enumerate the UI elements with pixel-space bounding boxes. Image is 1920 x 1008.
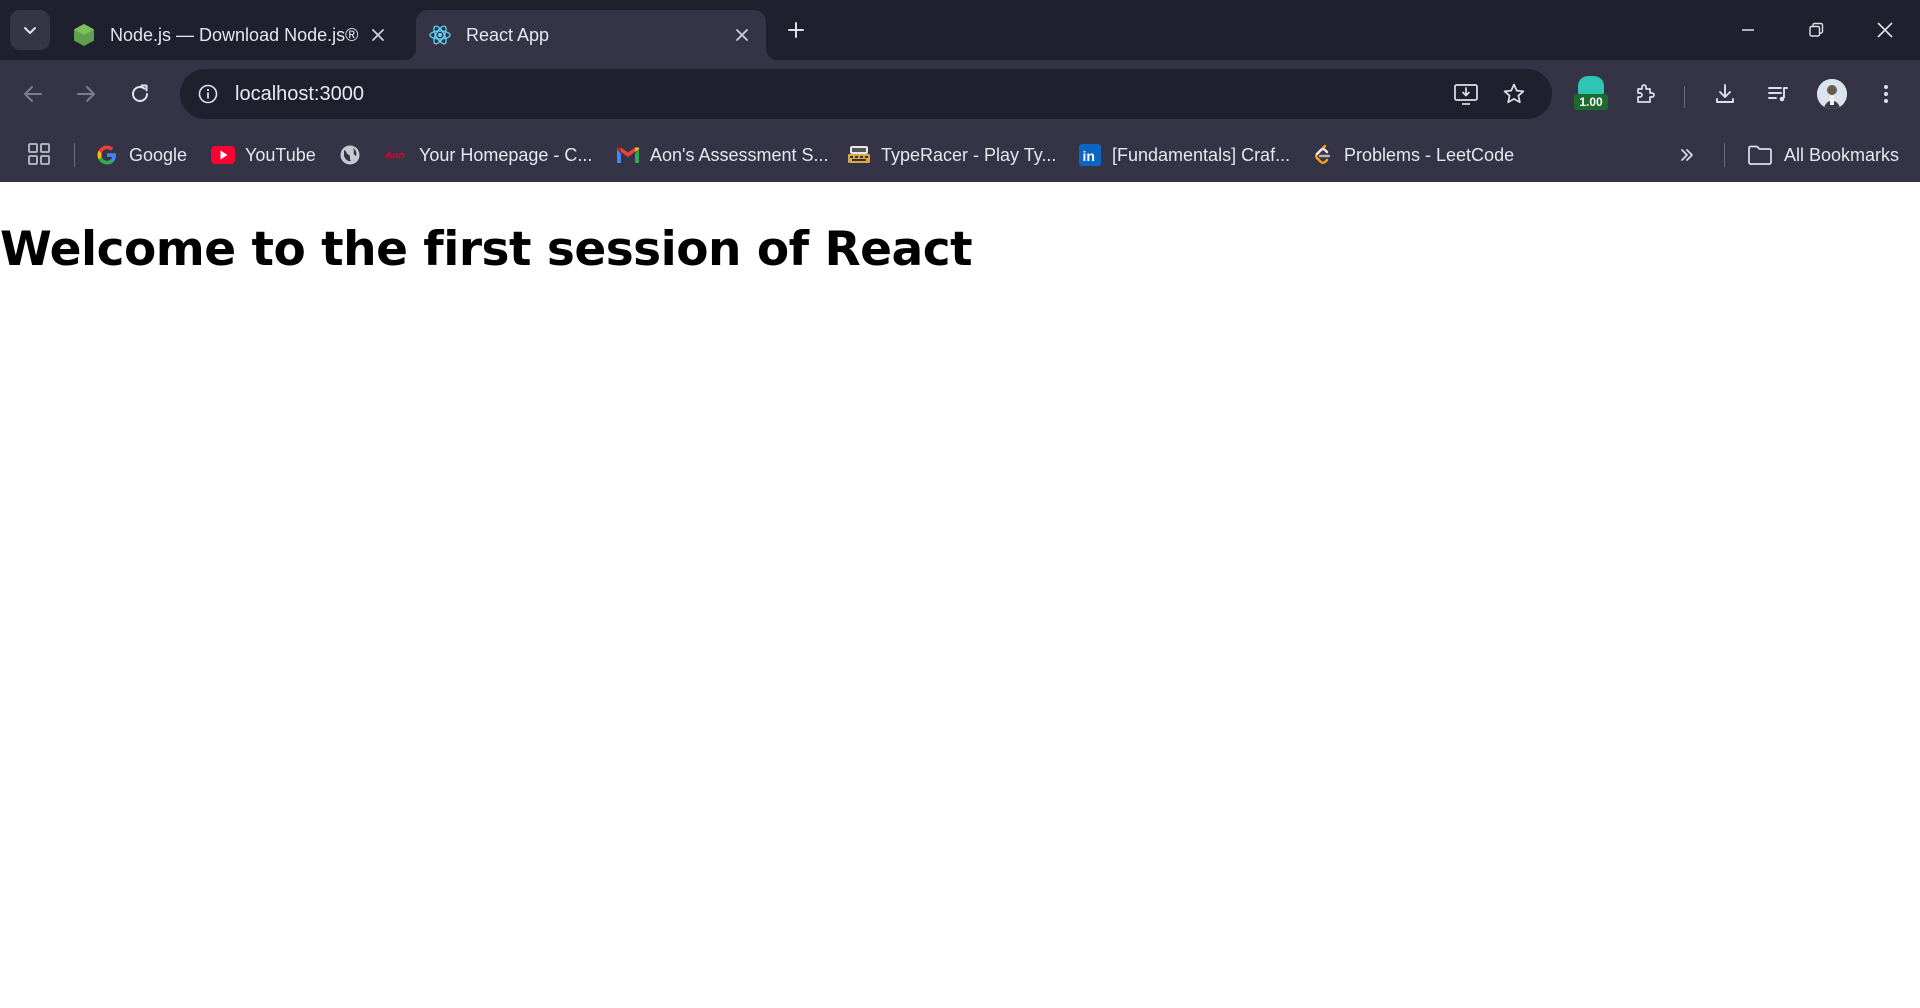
bookmark-google[interactable]: Google (95, 128, 187, 182)
close-icon (1877, 22, 1893, 38)
svg-text:Aon: Aon (385, 151, 405, 162)
bookmark-label: TypeRacer - Play Ty... (881, 144, 1057, 165)
react-icon (428, 23, 452, 47)
page-heading: Welcome to the first session of React (0, 222, 973, 277)
tab-react-app[interactable]: React App (404, 10, 778, 60)
plus-icon (788, 22, 804, 38)
bookmarks-divider (1724, 143, 1725, 167)
star-icon (1503, 83, 1525, 104)
bookmark-label: YouTube (245, 144, 316, 165)
restore-icon (1809, 22, 1824, 37)
install-app-button[interactable] (1450, 78, 1482, 110)
back-button[interactable] (15, 76, 51, 112)
apps-button[interactable] (24, 139, 54, 169)
bookmark-label: [Fundamentals] Craf... (1112, 144, 1291, 165)
close-icon[interactable] (730, 23, 754, 47)
bookmark-label: Google (129, 144, 188, 165)
arrow-right-icon (77, 86, 95, 102)
tab-search-button[interactable] (10, 10, 50, 50)
tab-nodejs[interactable]: Node.js — Download Node.js® (70, 10, 400, 60)
apps-grid-icon (28, 143, 50, 165)
svg-text:in: in (1083, 148, 1095, 164)
address-bar[interactable]: localhost:3000 (180, 69, 1552, 119)
all-bookmarks-label: All Bookmarks (1784, 144, 1900, 165)
close-icon[interactable] (366, 23, 390, 47)
google-icon (95, 143, 119, 167)
bookmark-aon-homepage[interactable]: Aon Your Homepage - C... (385, 128, 592, 182)
tab-title: Node.js — Download Node.js® (110, 24, 359, 45)
extension-badge-label: 1.00 (1574, 94, 1608, 110)
extensions-button[interactable] (1628, 76, 1664, 112)
close-window-button[interactable] (1862, 10, 1908, 50)
site-info-button[interactable] (192, 78, 224, 110)
tab-strip: Node.js — Download Node.js® React App (0, 0, 1920, 60)
folder-icon (1746, 143, 1774, 167)
puzzle-icon (1637, 84, 1655, 103)
minimize-button[interactable] (1725, 10, 1771, 50)
reload-button[interactable] (122, 76, 158, 112)
chevron-down-icon (24, 27, 36, 34)
extension-icon (1578, 76, 1604, 96)
bookmark-star-button[interactable] (1498, 78, 1530, 110)
more-vert-icon (1884, 85, 1888, 103)
queue-music-icon (1768, 87, 1788, 102)
forward-button[interactable] (68, 76, 104, 112)
bookmark-typeracer[interactable]: TypeRacer - Play Ty... (847, 128, 1056, 182)
bookmarks-divider (74, 143, 75, 167)
arrow-left-icon (24, 86, 42, 102)
new-tab-button[interactable] (780, 14, 812, 46)
all-bookmarks-button[interactable]: All Bookmarks (1746, 128, 1899, 182)
bookmark-leetcode[interactable]: Problems - LeetCode (1310, 128, 1514, 182)
tab-title: React App (466, 24, 550, 45)
more-bookmarks-button[interactable] (1672, 142, 1702, 168)
browser-toolbar: localhost:3000 1.00 (0, 60, 1920, 128)
page-viewport: Welcome to the first session of React (0, 182, 1920, 1008)
extension-badge-button[interactable]: 1.00 (1574, 74, 1608, 114)
youtube-icon (211, 143, 235, 167)
typeracer-icon (847, 143, 871, 167)
reload-icon (132, 84, 148, 102)
bookmark-label: Your Homepage - C... (419, 144, 593, 165)
linkedin-icon: in (1078, 143, 1102, 167)
browser-menu-button[interactable] (1868, 76, 1904, 112)
nodejs-icon (72, 23, 96, 47)
download-icon (1716, 84, 1734, 103)
globe-icon (338, 143, 362, 167)
bookmark-aon-assessment[interactable]: Aon's Assessment S... (616, 128, 829, 182)
bookmarks-bar: Google YouTube Aon Your Homepage - C... … (0, 128, 1920, 182)
toolbar-divider (1684, 86, 1685, 108)
chevron-double-right-icon (1681, 149, 1693, 161)
bookmark-youtube[interactable]: YouTube (211, 128, 316, 182)
avatar[interactable] (1817, 79, 1847, 109)
install-app-icon (1454, 84, 1478, 105)
info-icon (198, 84, 218, 104)
bookmark-label: Problems - LeetCode (1344, 144, 1515, 165)
bookmark-linkedin[interactable]: in [Fundamentals] Craf... (1078, 128, 1290, 182)
minimize-icon (1742, 29, 1754, 31)
aon-icon: Aon (385, 143, 409, 167)
gmail-icon (616, 143, 640, 167)
leetcode-icon (1310, 143, 1334, 167)
downloads-button[interactable] (1707, 76, 1743, 112)
bookmark-globe[interactable] (338, 128, 372, 182)
url-text[interactable]: localhost:3000 (235, 83, 364, 106)
media-controls-button[interactable] (1760, 76, 1796, 112)
profile-avatar-icon (1817, 79, 1847, 109)
restore-button[interactable] (1793, 10, 1839, 50)
bookmark-label: Aon's Assessment S... (650, 144, 829, 165)
